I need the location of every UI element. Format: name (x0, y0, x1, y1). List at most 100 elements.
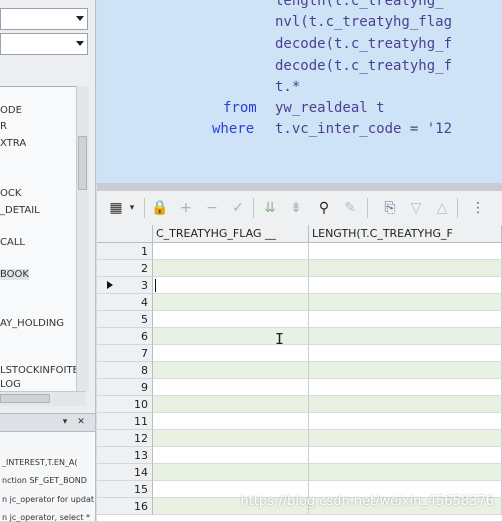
table-row[interactable]: 11 (97, 413, 502, 430)
list-item[interactable]: n jc_operator for updat (2, 495, 94, 504)
dropdown-icon[interactable]: ▾ (123, 199, 141, 217)
row-number[interactable]: 3 (97, 277, 153, 294)
grid-cell[interactable] (309, 447, 502, 464)
table-row[interactable]: 1 (97, 243, 502, 260)
table-row[interactable]: 4 (97, 294, 502, 311)
chevron-down-icon[interactable] (76, 16, 84, 21)
grid-cell[interactable] (309, 277, 502, 294)
fetch-all-icon[interactable]: ⇟ (287, 199, 305, 217)
table-row[interactable]: 14 (97, 464, 502, 481)
grid-cell[interactable] (309, 396, 502, 413)
list-item[interactable]: R (0, 121, 7, 132)
table-row[interactable]: 12 (97, 430, 502, 447)
grid-cell[interactable] (153, 311, 309, 328)
add-icon[interactable]: + (177, 199, 195, 217)
grid-cell[interactable] (153, 379, 309, 396)
grid-cell[interactable] (309, 464, 502, 481)
table-row[interactable]: 7 (97, 345, 502, 362)
row-number[interactable]: 12 (97, 430, 153, 447)
grid-cell[interactable] (153, 464, 309, 481)
lock-icon[interactable]: 🔒 (151, 199, 169, 217)
row-number[interactable]: 14 (97, 464, 153, 481)
list-item[interactable]: nction SF_GET_BOND (2, 476, 94, 485)
object-list[interactable]: ODE R XTRA OCK _DETAIL CALL BOOK AY_HOLD… (0, 86, 86, 392)
grid-cell[interactable] (309, 379, 502, 396)
grid-cell[interactable] (153, 260, 309, 277)
list-item[interactable]: LOG (0, 379, 21, 390)
row-number[interactable]: 13 (97, 447, 153, 464)
export-icon[interactable]: ⎘ (381, 199, 399, 217)
table-row[interactable]: 6 (97, 328, 502, 345)
list-item[interactable]: CALL (0, 237, 25, 248)
table-row[interactable]: 9 (97, 379, 502, 396)
pin-icon[interactable]: ▾ (60, 417, 70, 427)
grid-cell[interactable] (309, 243, 502, 260)
row-number[interactable]: 7 (97, 345, 153, 362)
result-grid[interactable]: C_TREATYHG_FLAG __ LENGTH(T.C_TREATYHG_F… (97, 225, 502, 521)
grid-cell[interactable] (153, 396, 309, 413)
grid-cell[interactable] (153, 277, 309, 294)
list-item[interactable]: LSTOCKINFOITE (0, 365, 79, 376)
fetch-next-icon[interactable]: ⇊ (261, 199, 279, 217)
table-row[interactable]: 5 (97, 311, 502, 328)
list-item[interactable]: BOOK (0, 269, 29, 280)
table-row[interactable]: 10 (97, 396, 502, 413)
grid-cell[interactable] (309, 328, 502, 345)
list-item[interactable]: OCK (0, 188, 21, 199)
grid-cell[interactable] (153, 294, 309, 311)
tree-icon[interactable]: ⋮ (469, 199, 487, 217)
list-item[interactable]: AY_HOLDING (0, 318, 64, 329)
grid-cell[interactable] (153, 362, 309, 379)
row-number[interactable]: 9 (97, 379, 153, 396)
row-number[interactable]: 11 (97, 413, 153, 430)
row-number[interactable]: 15 (97, 481, 153, 498)
grid-cell[interactable] (309, 345, 502, 362)
grid-cell[interactable] (153, 345, 309, 362)
row-number[interactable]: 4 (97, 294, 153, 311)
grid-cell[interactable] (309, 260, 502, 277)
grid-cell[interactable] (153, 447, 309, 464)
grid-cell[interactable] (153, 430, 309, 447)
find-icon[interactable]: ⚲ (315, 199, 333, 217)
grid-cell[interactable] (309, 362, 502, 379)
grid-cell[interactable] (309, 430, 502, 447)
list-item[interactable]: XTRA (0, 138, 26, 149)
scroll-thumb[interactable] (0, 394, 50, 403)
check-icon[interactable]: ✓ (229, 199, 247, 217)
grid-cell[interactable] (309, 311, 502, 328)
object-list-vscrollbar[interactable] (76, 86, 89, 391)
splitter[interactable] (97, 183, 502, 191)
close-icon[interactable]: ✕ (76, 417, 86, 427)
row-number[interactable]: 5 (97, 311, 153, 328)
sort-desc-icon[interactable]: ▽ (407, 199, 425, 217)
table-row[interactable]: 13 (97, 447, 502, 464)
table-row[interactable]: 2 (97, 260, 502, 277)
row-number[interactable]: 10 (97, 396, 153, 413)
object-list-hscrollbar[interactable] (0, 391, 86, 406)
column-header[interactable]: LENGTH(T.C_TREATYHG_F (309, 225, 502, 243)
row-number[interactable]: 1 (97, 243, 153, 260)
row-number[interactable]: 6 (97, 328, 153, 345)
grid-cell[interactable] (153, 413, 309, 430)
list-item[interactable]: ODE (0, 105, 22, 116)
grid-cell[interactable] (153, 243, 309, 260)
scroll-thumb[interactable] (78, 136, 87, 190)
remove-icon[interactable]: − (203, 199, 221, 217)
owner-combo[interactable] (0, 33, 88, 55)
row-number[interactable]: 2 (97, 260, 153, 277)
chevron-down-icon[interactable] (76, 41, 84, 46)
row-number[interactable]: 8 (97, 362, 153, 379)
grid-cell[interactable] (153, 328, 309, 345)
column-header[interactable]: C_TREATYHG_FLAG __ (153, 225, 309, 243)
row-number[interactable]: 16 (97, 498, 153, 515)
grid-cell[interactable] (309, 413, 502, 430)
sort-asc-icon[interactable]: △ (433, 199, 451, 217)
object-type-combo[interactable] (0, 8, 88, 30)
clear-icon[interactable]: ✎ (341, 199, 359, 217)
table-row[interactable]: 3 (97, 277, 502, 294)
grid-cell[interactable] (309, 294, 502, 311)
sql-editor[interactable]: length(t.c_treatyhg_ nvl(t.c_treatyhg_fl… (97, 0, 502, 183)
list-item[interactable]: _DETAIL (0, 205, 40, 216)
list-item[interactable]: _INTEREST,T.EN_A( (2, 458, 94, 467)
table-row[interactable]: 8 (97, 362, 502, 379)
